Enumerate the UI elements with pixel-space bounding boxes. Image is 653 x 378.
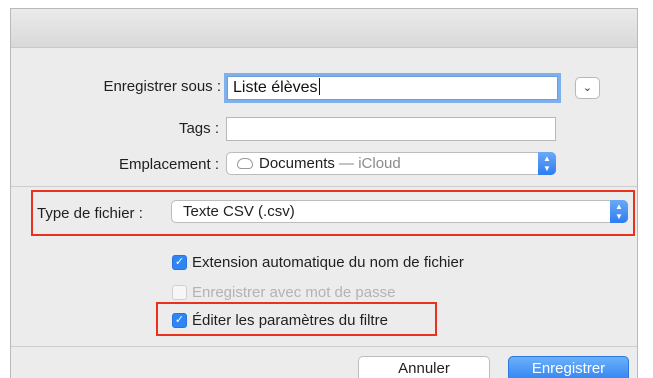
tags-label: Tags : xyxy=(178,120,219,137)
popup-arrows-icon: ▲ ▼ xyxy=(610,200,628,223)
location-popup[interactable]: Documents — iCloud ▲ ▼ xyxy=(226,152,556,175)
save-button[interactable]: Enregistrer xyxy=(508,356,629,378)
cloud-icon xyxy=(237,158,253,169)
checkmark-icon: ✓ xyxy=(174,256,185,268)
tags-field[interactable] xyxy=(226,117,556,141)
location-service: — iCloud xyxy=(339,155,401,172)
save-as-label: Enregistrer sous : xyxy=(103,78,221,95)
location-folder: Documents xyxy=(259,155,335,172)
password-checkbox[interactable] xyxy=(172,285,187,300)
edit-filter-label: Éditer les paramètres du filtre xyxy=(192,312,388,329)
text-caret xyxy=(318,78,320,95)
file-type-value: Texte CSV (.csv) xyxy=(183,203,295,220)
popup-arrows-icon: ▲ ▼ xyxy=(538,152,556,175)
section-divider xyxy=(11,186,637,187)
cancel-button[interactable]: Annuler xyxy=(358,356,490,378)
filename-field[interactable]: Liste élèves xyxy=(224,73,561,103)
file-type-popup[interactable]: Texte CSV (.csv) ▲ ▼ xyxy=(171,200,628,223)
button-divider xyxy=(11,346,637,347)
filename-value: Liste élèves xyxy=(233,79,318,96)
location-label: Emplacement : xyxy=(118,156,219,173)
dialog-titlebar xyxy=(11,9,637,48)
auto-extension-checkbox[interactable]: ✓ xyxy=(172,255,187,270)
chevron-down-icon: ⌄ xyxy=(582,82,593,94)
expand-dialog-button[interactable]: ⌄ xyxy=(575,77,600,99)
edit-filter-checkbox[interactable]: ✓ xyxy=(172,313,187,328)
checkmark-icon: ✓ xyxy=(174,314,185,326)
password-label: Enregistrer avec mot de passe xyxy=(192,284,396,301)
auto-extension-label: Extension automatique du nom de fichier xyxy=(192,254,464,271)
save-dialog: Enregistrer sous : Liste élèves ⌄ Tags :… xyxy=(10,8,638,378)
file-type-label: Type de fichier : xyxy=(37,205,143,222)
